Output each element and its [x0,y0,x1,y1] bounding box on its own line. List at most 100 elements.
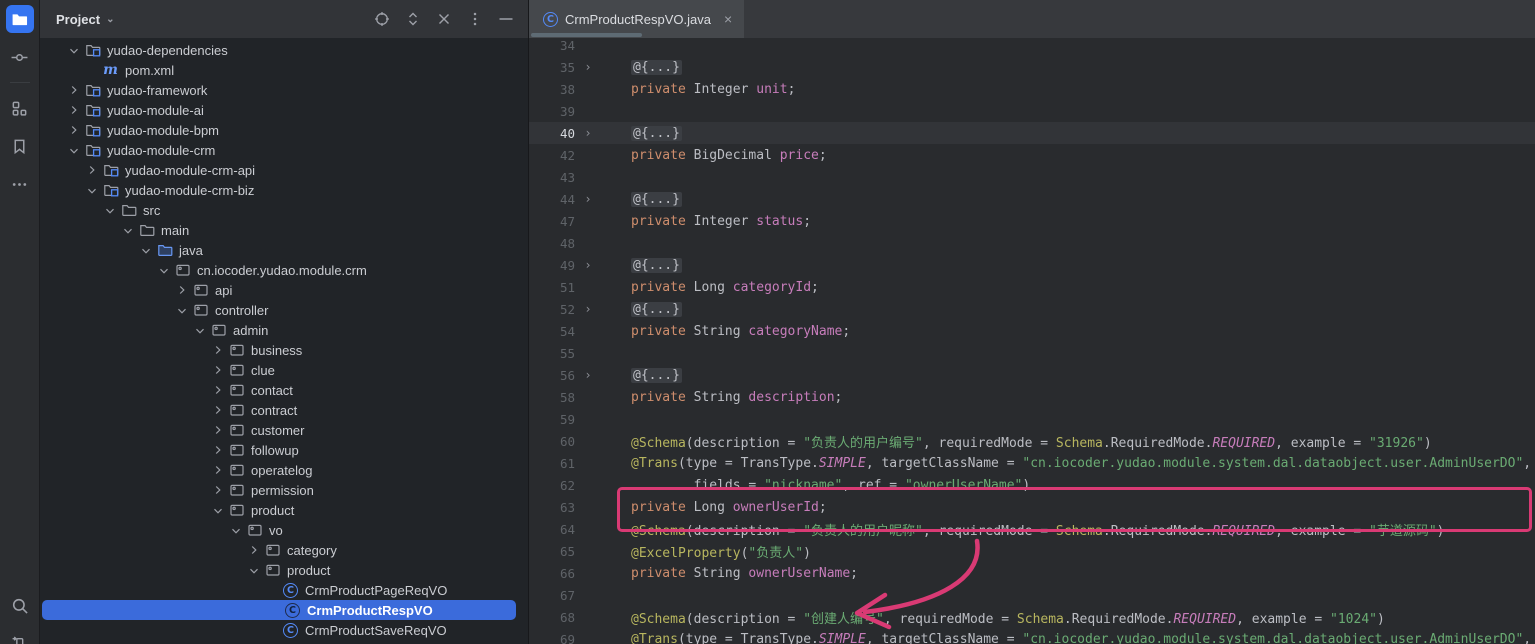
locate-file-icon[interactable] [374,11,390,27]
chevron-down-icon[interactable] [226,521,246,539]
tree-item-yudao-module-crm[interactable]: yudao-module-crm [40,140,528,160]
chevron-right-icon[interactable] [208,442,228,458]
panel-exit-icon[interactable] [6,630,34,644]
tree-item-business[interactable]: business [40,340,528,360]
tree-item-admin[interactable]: admin [40,320,528,340]
project-panel-title[interactable]: Project ⌄ [56,12,114,27]
tree-item-crmproductrespvo[interactable]: CCrmProductRespVO [42,600,516,620]
chevron-right-icon[interactable] [208,422,228,438]
code-area[interactable]: 3435›@{...}38private Integer unit;3940›@… [529,38,1535,644]
tree-item-crmproductpagereqvo[interactable]: CCrmProductPageReqVO [40,580,528,600]
code-line-52[interactable]: 52›@{...} [529,298,1535,320]
code-line-56[interactable]: 56›@{...} [529,364,1535,386]
chevron-down-icon[interactable] [244,561,264,579]
code-line-67[interactable]: 67 [529,584,1535,606]
code-line-44[interactable]: 44›@{...} [529,188,1535,210]
tree-item-customer[interactable]: customer [40,420,528,440]
chevron-down-icon[interactable] [118,221,138,239]
code-line-43[interactable]: 43 [529,166,1535,188]
bookmarks-icon[interactable] [6,132,34,160]
tree-item-contract[interactable]: contract [40,400,528,420]
tree-item-product[interactable]: product [40,500,528,520]
tree-item-api[interactable]: api [40,280,528,300]
chevron-down-icon[interactable] [154,261,174,279]
tree-item-main[interactable]: main [40,220,528,240]
code-line-49[interactable]: 49›@{...} [529,254,1535,276]
code-line-69[interactable]: 69@Trans(type = TransType.SIMPLE, target… [529,628,1535,644]
tree-item-crmproductsavereqvo[interactable]: CCrmProductSaveReqVO [40,620,528,640]
chevron-right-icon[interactable] [64,102,84,118]
chevron-right-icon[interactable] [244,542,264,558]
expand-icon[interactable] [405,11,421,27]
code-line-62[interactable]: 62 fields = "nickname", ref = "ownerUser… [529,474,1535,496]
code-line-63[interactable]: 63private Long ownerUserId; [529,496,1535,518]
structure-icon[interactable] [6,94,34,122]
code-line-64[interactable]: 64@Schema(description = "负责人的用户昵称", requ… [529,518,1535,540]
chevron-down-icon[interactable] [82,181,102,199]
code-line-55[interactable]: 55 [529,342,1535,364]
hide-panel-icon[interactable] [498,11,514,27]
tree-item-operatelog[interactable]: operatelog [40,460,528,480]
project-folder-icon[interactable] [6,5,34,33]
code-line-51[interactable]: 51private Long categoryId; [529,276,1535,298]
code-line-66[interactable]: 66private String ownerUserName; [529,562,1535,584]
chevron-right-icon[interactable] [208,342,228,358]
fold-chevron-icon[interactable]: › [577,192,599,206]
tree-item-permission[interactable]: permission [40,480,528,500]
code-line-48[interactable]: 48 [529,232,1535,254]
chevron-down-icon[interactable] [100,201,120,219]
code-line-65[interactable]: 65@ExcelProperty("负责人") [529,540,1535,562]
close-icon[interactable]: × [724,11,732,27]
code-line-54[interactable]: 54private String categoryName; [529,320,1535,342]
tree-item-clue[interactable]: clue [40,360,528,380]
chevron-down-icon[interactable] [172,301,192,319]
more-options-icon[interactable] [467,11,483,27]
more-tool-windows-icon[interactable] [6,170,34,198]
search-icon[interactable] [6,592,34,620]
tree-item-yudao-framework[interactable]: yudao-framework [40,80,528,100]
chevron-right-icon[interactable] [64,122,84,138]
code-line-34[interactable]: 34 [529,38,1535,56]
chevron-right-icon[interactable] [208,402,228,418]
code-line-58[interactable]: 58private String description; [529,386,1535,408]
chevron-down-icon[interactable] [64,141,84,159]
tree-item-yudao-module-bpm[interactable]: yudao-module-bpm [40,120,528,140]
tree-item-vo[interactable]: vo [40,520,528,540]
tree-item-controller[interactable]: controller [40,300,528,320]
tree-item-pom-xml[interactable]: mpom.xml [40,60,528,80]
chevron-right-icon[interactable] [208,462,228,478]
commit-icon[interactable] [6,43,34,71]
tree-item-src[interactable]: src [40,200,528,220]
collapse-all-icon[interactable] [436,11,452,27]
code-line-39[interactable]: 39 [529,100,1535,122]
code-line-68[interactable]: 68@Schema(description = "创建人编号", require… [529,606,1535,628]
tree-item-category[interactable]: category [40,540,528,560]
code-line-59[interactable]: 59 [529,408,1535,430]
horizontal-scrollbar[interactable] [531,33,642,37]
fold-chevron-icon[interactable]: › [577,302,599,316]
chevron-down-icon[interactable] [64,41,84,59]
chevron-down-icon[interactable] [136,241,156,259]
code-line-35[interactable]: 35›@{...} [529,56,1535,78]
fold-chevron-icon[interactable]: › [577,258,599,272]
chevron-right-icon[interactable] [208,362,228,378]
chevron-right-icon[interactable] [208,482,228,498]
tree-item-yudao-module-crm-biz[interactable]: yudao-module-crm-biz [40,180,528,200]
fold-chevron-icon[interactable]: › [577,126,599,140]
tree-item-java[interactable]: java [40,240,528,260]
chevron-down-icon[interactable] [208,501,228,519]
tree-item-cn-iocoder-yudao-module-crm[interactable]: cn.iocoder.yudao.module.crm [40,260,528,280]
chevron-right-icon[interactable] [172,282,192,298]
code-line-40[interactable]: 40›@{...} [529,122,1535,144]
fold-chevron-icon[interactable]: › [577,60,599,74]
code-line-60[interactable]: 60@Schema(description = "负责人的用户编号", requ… [529,430,1535,452]
tree-item-yudao-dependencies[interactable]: yudao-dependencies [40,40,528,60]
tree-item-contact[interactable]: contact [40,380,528,400]
code-line-47[interactable]: 47private Integer status; [529,210,1535,232]
code-line-38[interactable]: 38private Integer unit; [529,78,1535,100]
chevron-right-icon[interactable] [64,82,84,98]
tree-item-yudao-module-ai[interactable]: yudao-module-ai [40,100,528,120]
code-line-61[interactable]: 61@Trans(type = TransType.SIMPLE, target… [529,452,1535,474]
chevron-down-icon[interactable] [190,321,210,339]
tree-item-yudao-module-crm-api[interactable]: yudao-module-crm-api [40,160,528,180]
